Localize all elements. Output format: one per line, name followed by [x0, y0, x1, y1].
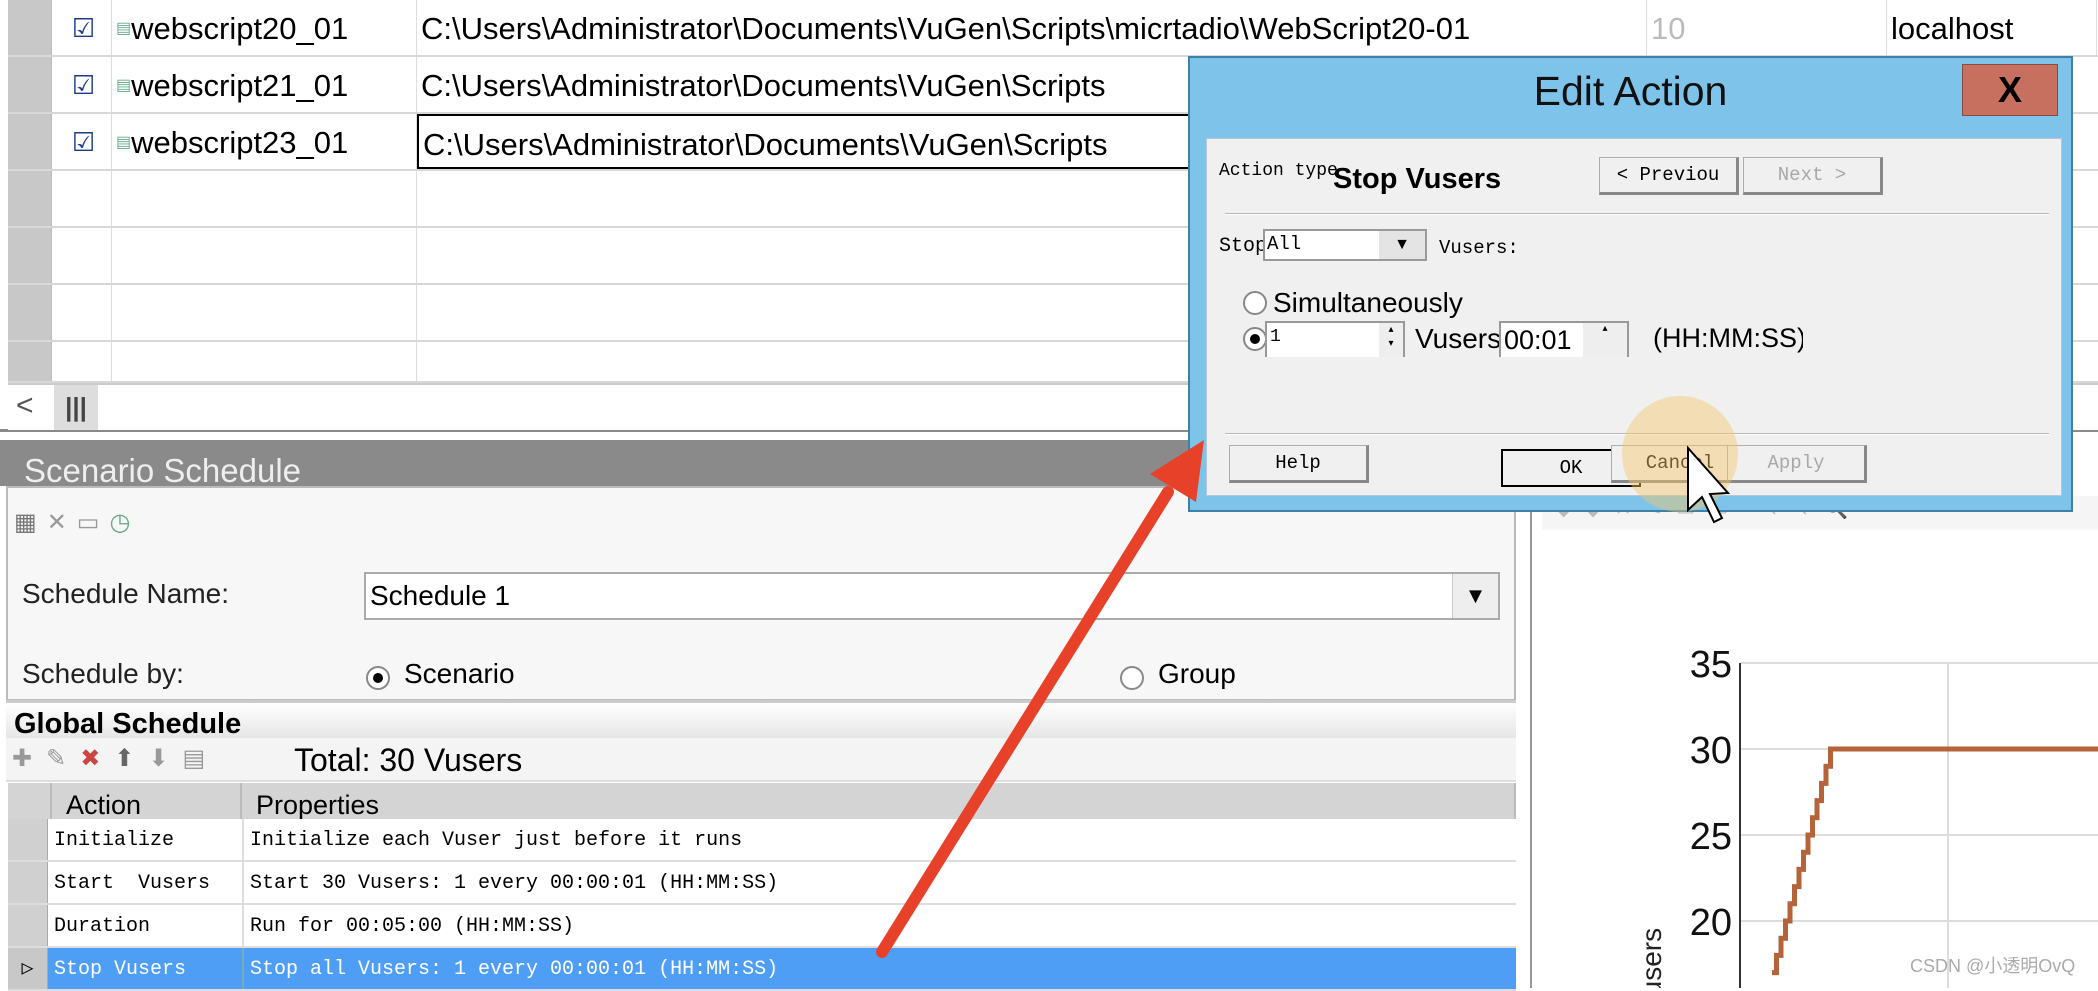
help-button[interactable]: Help [1229, 445, 1369, 483]
interval-stepper[interactable]: 00:01 ▴ [1499, 321, 1629, 357]
y-tick-label: 25 [1690, 816, 1732, 858]
move-up-icon[interactable]: ⬆ [114, 745, 148, 772]
script-icon: ▤ [116, 134, 132, 151]
row-header[interactable] [8, 57, 52, 112]
apply-button[interactable]: Apply [1727, 445, 1867, 483]
y-tick-label: 35 [1690, 644, 1732, 686]
row-header[interactable] [8, 0, 52, 55]
spin-icon[interactable]: ▴ ▾ [1379, 323, 1403, 357]
delete-action-icon[interactable]: ✖ [80, 745, 114, 772]
simultaneously-label[interactable]: Simultaneously [1273, 287, 1463, 319]
edit-action-dialog: Edit Action X Action type Stop Vusers < … [1188, 56, 2073, 512]
schedule-graph-panel: ◆◆✕✎▭▭ ↖↖🔍 20253035 Vusers [1530, 486, 2098, 988]
row-checkbox[interactable]: ☑ [52, 57, 112, 112]
row-header[interactable] [8, 114, 52, 169]
global-schedule-table: Action Properties Initialize Initialize e… [8, 783, 1516, 991]
table-row[interactable]: Duration Run for 00:05:00 (HH:MM:SS) [8, 905, 1516, 948]
vusers-chart: 20 25 30 35 [1690, 644, 2098, 988]
script-name-cell[interactable]: ▤webscript23_01 [112, 114, 417, 169]
y-tick-label: 20 [1690, 902, 1732, 944]
host-cell[interactable]: localhost [1887, 0, 2097, 55]
move-down-icon[interactable]: ⬇ [148, 745, 182, 772]
y-axis-label: Vusers [1636, 927, 1667, 988]
add-action-icon[interactable]: ✚ [12, 745, 46, 772]
script-name-cell[interactable]: ▤webscript21_01 [112, 57, 417, 112]
table-row[interactable]: Start Vusers Start 30 Vusers: 1 every 00:… [8, 862, 1516, 905]
next-button[interactable]: Next > [1743, 157, 1883, 195]
stop-select[interactable]: All ▼ [1263, 229, 1427, 261]
schedule-by-label: Schedule by: [22, 658, 184, 689]
total-vusers: Total: 30 Vusers [294, 742, 523, 778]
table-row-selected[interactable]: ▷ Stop Vusers Stop all Vusers: 1 every 00:… [8, 948, 1516, 991]
schedule-toolbar: ▦✕▭◷ [14, 508, 140, 537]
dialog-title: Edit Action [1533, 68, 1728, 114]
row-checkbox[interactable]: ☑ [52, 0, 112, 55]
vusers-label: Vusers: [1439, 237, 1519, 259]
table-row[interactable]: Initialize Initialize each Vuser just bef… [8, 819, 1516, 862]
radio-group[interactable] [1120, 666, 1144, 690]
column-header-action[interactable]: Action [52, 783, 242, 819]
vuser-count-stepper[interactable]: 1 ▴ ▾ [1265, 321, 1405, 357]
action-type-value: Stop Vusers [1333, 163, 1502, 195]
script-name-cell[interactable]: ▤webscript20_01 [112, 0, 417, 55]
global-schedule-toolbar: ✚✎✖⬆⬇▤ Total: 30 Vusers [6, 738, 1516, 782]
scenario-schedule-panel: ▦✕▭◷ Schedule Name: Schedule 1 ▼ Schedul… [6, 486, 1516, 701]
rename-icon[interactable]: ▭ [77, 509, 110, 536]
scroll-thumb[interactable]: ||| [54, 385, 98, 430]
script-path-cell[interactable]: C:\Users\Administrator\Documents\VuGen\S… [417, 0, 1647, 55]
watermark: CSDN @小透明OvQ [1910, 956, 2076, 976]
interval-unit-label: (HH:MM:SS) [1653, 323, 1803, 353]
delete-icon[interactable]: ✕ [47, 509, 77, 536]
new-schedule-icon[interactable]: ▦ [14, 509, 47, 536]
spin-icon[interactable]: ▴ [1583, 323, 1627, 357]
row-pointer-icon: ▷ [8, 948, 48, 989]
chevron-down-icon[interactable]: ▼ [1379, 231, 1425, 259]
radio-every[interactable] [1243, 327, 1267, 351]
edit-action-icon[interactable]: ✎ [46, 745, 80, 772]
radio-scenario[interactable] [366, 666, 390, 690]
radio-group-label[interactable]: Group [1158, 658, 1236, 698]
copy-icon[interactable]: ▤ [183, 745, 220, 772]
chevron-down-icon[interactable]: ▼ [1452, 574, 1498, 618]
script-icon: ▤ [116, 20, 132, 37]
row-checkbox[interactable]: ☑ [52, 114, 112, 169]
series-line [1772, 746, 2098, 976]
dialog-body: Action type Stop Vusers < Previou Next >… [1206, 138, 2062, 496]
action-type-label: Action type [1219, 161, 1338, 181]
radio-scenario-label[interactable]: Scenario [404, 658, 515, 698]
radio-simultaneously[interactable] [1243, 291, 1267, 315]
script-icon: ▤ [116, 77, 132, 94]
scroll-left-icon[interactable]: < [16, 389, 34, 423]
stop-label: Stop [1219, 235, 1268, 258]
global-schedule-header: Global Schedule [6, 700, 1516, 740]
previous-button[interactable]: < Previou [1599, 157, 1739, 195]
table-row[interactable]: ☑ ▤webscript20_01 C:\Users\Administrator… [8, 0, 2098, 57]
y-tick-label: 30 [1690, 730, 1732, 772]
schedule-name-select[interactable]: Schedule 1 ▼ [364, 572, 1500, 620]
vusers-cell[interactable]: 10 [1647, 0, 1887, 55]
schedule-name-label: Schedule Name: [22, 578, 230, 609]
close-button[interactable]: X [1962, 64, 2058, 116]
schedule-clock-icon[interactable]: ◷ [109, 509, 140, 536]
column-header-properties[interactable]: Properties [242, 783, 1516, 819]
